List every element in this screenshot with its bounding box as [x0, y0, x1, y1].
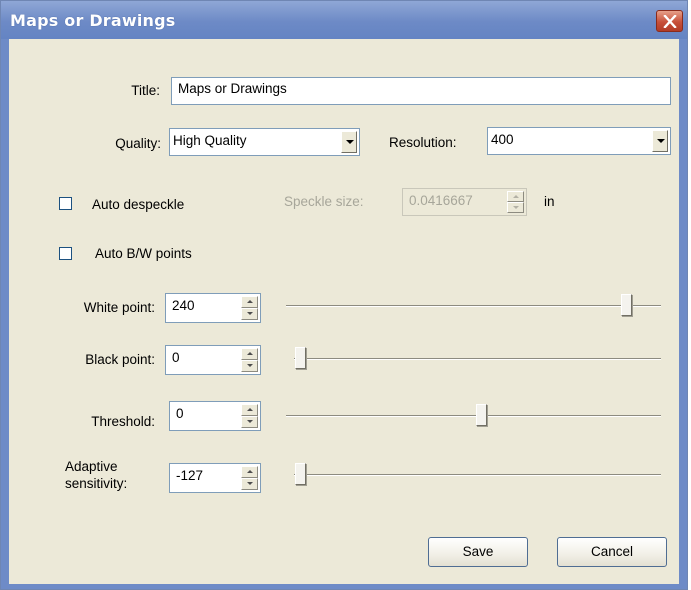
white-point-slider[interactable]: [286, 291, 661, 321]
spin-down-icon[interactable]: [507, 202, 524, 213]
threshold-stepper[interactable]: 0: [169, 401, 261, 431]
quality-selected-value: High Quality: [173, 133, 247, 148]
close-button[interactable]: [656, 10, 683, 32]
spin-up-icon[interactable]: [241, 404, 258, 416]
dialog-body: Title: Maps or Drawings Quality: High Qu…: [9, 39, 679, 584]
spin-down-icon[interactable]: [241, 416, 258, 428]
speckle-size-value: 0.0416667: [409, 193, 473, 208]
threshold-label: Threshold:: [91, 414, 155, 429]
save-button[interactable]: Save: [428, 537, 528, 567]
black-point-label: Black point:: [85, 352, 155, 367]
auto-bw-checkbox[interactable]: [59, 247, 72, 260]
auto-despeckle-label: Auto despeckle: [92, 197, 185, 212]
spin-up-icon[interactable]: [241, 348, 258, 360]
white-point-stepper[interactable]: 240: [165, 293, 261, 323]
slider-track: [294, 474, 661, 475]
threshold-slider[interactable]: [286, 401, 661, 431]
slider-thumb[interactable]: [475, 404, 487, 426]
chevron-down-icon[interactable]: [652, 130, 668, 152]
slider-thumb[interactable]: [295, 347, 306, 369]
chevron-down-icon[interactable]: [341, 131, 357, 153]
adaptive-label-line1: Adaptive: [65, 459, 118, 474]
black-point-slider[interactable]: [294, 344, 661, 374]
spin-up-icon[interactable]: [507, 191, 524, 202]
slider-track: [294, 358, 661, 359]
speckle-size-stepper[interactable]: 0.0416667: [402, 188, 527, 216]
slider-track: [286, 415, 661, 416]
close-icon: [663, 15, 677, 28]
window-title: Maps or Drawings: [10, 11, 176, 30]
black-point-stepper[interactable]: 0: [165, 345, 261, 375]
spin-up-icon[interactable]: [241, 296, 258, 308]
adaptive-sensitivity-label: Adaptive sensitivity:: [65, 458, 127, 492]
resolution-label: Resolution:: [389, 135, 457, 150]
dialog-window: Maps or Drawings Title: Maps or Drawings…: [0, 0, 688, 590]
slider-thumb[interactable]: [295, 463, 306, 485]
spin-down-icon[interactable]: [241, 308, 258, 320]
cancel-button[interactable]: Cancel: [557, 537, 667, 567]
auto-bw-label: Auto B/W points: [95, 246, 192, 261]
auto-despeckle-checkbox[interactable]: [59, 197, 72, 210]
title-bar[interactable]: Maps or Drawings: [1, 1, 687, 39]
speckle-unit-label: in: [544, 194, 555, 209]
spin-down-icon[interactable]: [241, 478, 258, 490]
adaptive-sensitivity-value: -127: [176, 468, 204, 483]
black-point-value: 0: [172, 350, 180, 365]
title-input[interactable]: Maps or Drawings: [171, 77, 671, 105]
title-label: Title:: [131, 83, 160, 98]
white-point-value: 240: [172, 298, 195, 313]
adaptive-sensitivity-stepper[interactable]: -127: [169, 463, 261, 493]
white-point-label: White point:: [83, 300, 155, 315]
quality-select[interactable]: High Quality: [169, 128, 360, 156]
spin-down-icon[interactable]: [241, 360, 258, 372]
slider-thumb[interactable]: [620, 294, 632, 316]
threshold-value: 0: [176, 406, 184, 421]
adaptive-sensitivity-slider[interactable]: [294, 460, 661, 490]
spin-up-icon[interactable]: [241, 466, 258, 478]
quality-label: Quality:: [115, 136, 161, 151]
adaptive-label-line2: sensitivity:: [65, 476, 128, 491]
resolution-selected-value: 400: [491, 132, 514, 147]
speckle-size-label: Speckle size:: [284, 194, 364, 209]
resolution-select[interactable]: 400: [487, 127, 671, 155]
slider-track: [286, 305, 661, 306]
